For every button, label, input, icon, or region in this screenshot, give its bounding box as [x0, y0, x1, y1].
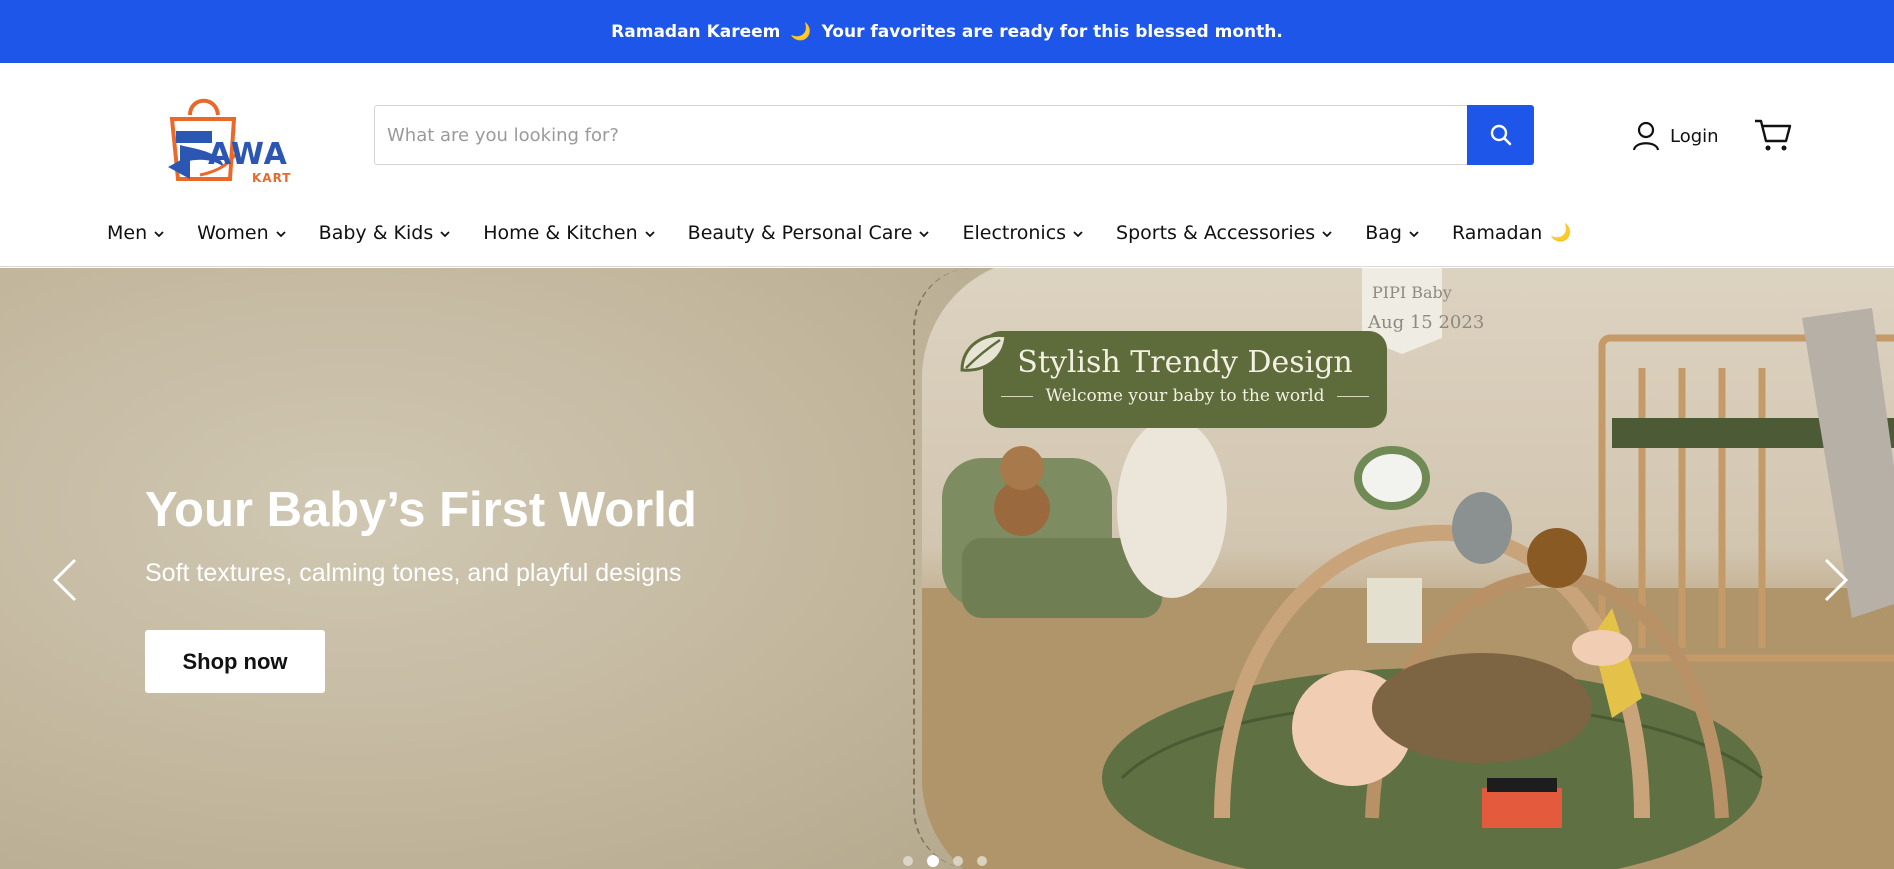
site-header: AWA KART Login Men Women: [0, 63, 1894, 267]
nav-item-label: Ramadan: [1451, 222, 1543, 244]
slider-prev-button[interactable]: [51, 558, 81, 602]
nav-item-label: Men: [107, 222, 148, 244]
slider-next-button[interactable]: [1820, 558, 1850, 602]
nav-item-women[interactable]: Women: [197, 222, 286, 244]
nav-item-home-kitchen[interactable]: Home & Kitchen: [483, 222, 655, 244]
moon-icon: 🌙: [790, 21, 812, 42]
slider-dot[interactable]: [903, 856, 913, 866]
search-input[interactable]: [374, 105, 1467, 165]
hero-subtitle: Soft textures, calming tones, and playfu…: [145, 559, 682, 587]
nav-item-label: Beauty & Personal Care: [687, 222, 913, 244]
hero-slider: PIPI Baby Aug 15 2023 Stylish Trendy Des…: [0, 268, 1894, 869]
main-nav: Men Women Baby & Kids Home & Kitchen Bea…: [107, 215, 1571, 251]
site-logo[interactable]: AWA KART: [150, 87, 300, 187]
chevron-down-icon: [919, 230, 930, 237]
search-bar: [374, 105, 1534, 165]
chevron-down-icon: [1073, 230, 1083, 237]
promo-badge: Stylish Trendy Design Welcome your baby …: [983, 331, 1387, 428]
nav-item-ramadan[interactable]: Ramadan 🌙: [1452, 222, 1572, 244]
announcement-text-after: Your favorites are ready for this blesse…: [821, 21, 1283, 42]
slider-dot[interactable]: [977, 856, 987, 866]
search-button[interactable]: [1467, 105, 1534, 165]
nav-item-bag[interactable]: Bag: [1365, 222, 1419, 244]
nav-item-label: Sports & Accessories: [1116, 222, 1316, 244]
logo-wordmark: AWA: [208, 137, 288, 172]
chevron-down-icon: [645, 230, 655, 237]
chevron-down-icon: [276, 230, 286, 237]
wall-sign-text-2: Aug 15 2023: [1367, 312, 1484, 333]
chevron-down-icon: [154, 230, 164, 237]
moon-icon: 🌙: [1550, 223, 1572, 243]
leaf-icon: [960, 333, 1008, 372]
nav-item-beauty-personal-care[interactable]: Beauty & Personal Care: [688, 222, 930, 244]
announcement-bar: Ramadan Kareem 🌙 Your favorites are read…: [0, 0, 1894, 63]
badge-subtitle: Welcome your baby to the world: [1045, 386, 1325, 406]
announcement-text-before: Ramadan Kareem: [611, 21, 781, 42]
slider-dot[interactable]: [953, 856, 963, 866]
login-label: Login: [1670, 125, 1719, 147]
shop-now-button[interactable]: Shop now: [145, 630, 325, 693]
chevron-down-icon: [440, 230, 450, 237]
nav-item-label: Baby & Kids: [318, 222, 434, 244]
login-link[interactable]: Login: [1632, 119, 1719, 153]
slider-dot-active[interactable]: [927, 855, 939, 867]
nav-item-label: Bag: [1365, 222, 1402, 244]
cart-button[interactable]: [1753, 117, 1793, 153]
logo-subtext: KART: [252, 171, 292, 185]
chevron-right-icon: [1824, 558, 1849, 602]
wall-sign-text-1: PIPI Baby: [1372, 283, 1452, 302]
nav-item-label: Electronics: [962, 222, 1067, 244]
chevron-down-icon: [1322, 230, 1332, 237]
nav-item-men[interactable]: Men: [107, 222, 164, 244]
badge-divider: [1001, 395, 1034, 397]
nav-item-sports-accessories[interactable]: Sports & Accessories: [1116, 222, 1332, 244]
nav-item-label: Women: [197, 222, 269, 244]
badge-title: Stylish Trendy Design: [1017, 345, 1353, 380]
search-icon: [1490, 124, 1511, 146]
cart-icon: [1755, 119, 1792, 151]
user-icon: [1632, 121, 1660, 151]
chevron-down-icon: [1409, 230, 1419, 237]
nav-item-electronics[interactable]: Electronics: [962, 222, 1083, 244]
chevron-left-icon: [52, 558, 77, 602]
badge-divider: [1336, 395, 1369, 397]
hero-title: Your Baby’s First World: [145, 483, 697, 537]
slider-pagination: [903, 855, 987, 867]
nav-item-label: Home & Kitchen: [483, 222, 638, 244]
nav-item-baby-kids[interactable]: Baby & Kids: [319, 222, 451, 244]
